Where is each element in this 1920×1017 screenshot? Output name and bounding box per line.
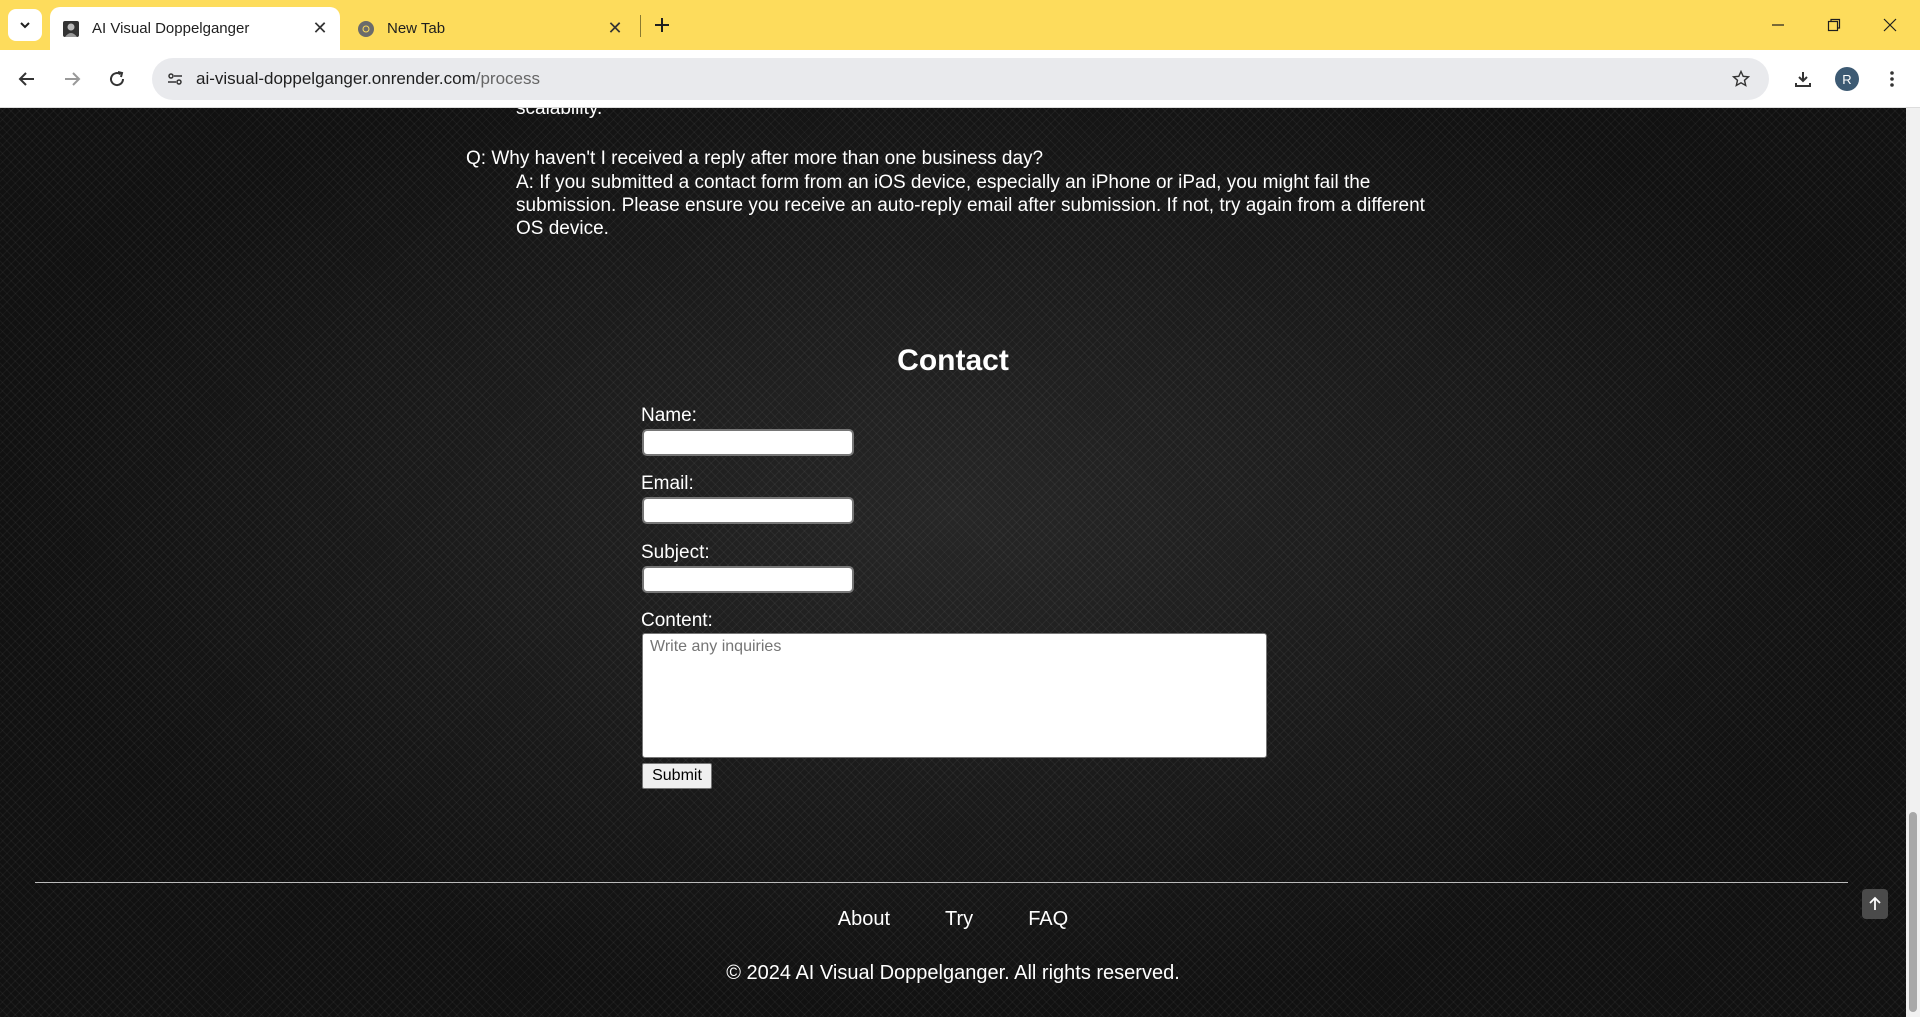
page-viewport: scalability. Q: Why haven't I received a…: [0, 108, 1906, 1017]
content-textarea[interactable]: [642, 633, 1267, 758]
faq-question: Q: Why haven't I received a reply after …: [466, 148, 1044, 169]
copyright-text: © 2024 AI Visual Doppelganger. All right…: [726, 962, 1180, 984]
close-tab-icon[interactable]: ✕: [603, 17, 627, 41]
download-icon: [1795, 72, 1811, 87]
tab-new-tab[interactable]: New Tab ✕: [345, 7, 635, 50]
reload-button[interactable]: [100, 62, 134, 96]
subject-label: Subject:: [641, 542, 710, 563]
tab-ai-visual-doppelganger[interactable]: AI Visual Doppelganger ✕: [50, 7, 340, 50]
plus-icon: [655, 18, 669, 32]
contact-heading: Contact: [897, 344, 1009, 377]
close-icon: [1883, 18, 1897, 32]
back-button[interactable]: [10, 62, 44, 96]
tab-strip: AI Visual Doppelganger ✕ New Tab ✕: [0, 0, 1920, 50]
profile-avatar[interactable]: R: [1835, 67, 1859, 91]
tab-title: AI Visual Doppelganger: [92, 20, 250, 37]
site-info-icon[interactable]: [160, 64, 190, 94]
arrow-left-icon: [18, 72, 34, 86]
forward-button[interactable]: [55, 62, 89, 96]
page-scrollbar[interactable]: [1906, 108, 1920, 1017]
url-path: /process: [475, 69, 540, 88]
arrow-up-icon: [1869, 896, 1881, 910]
subject-input[interactable]: [642, 566, 854, 593]
restore-button[interactable]: [1806, 0, 1862, 50]
footer-link-about[interactable]: About: [838, 908, 890, 931]
arrow-right-icon: [65, 72, 81, 86]
tab-search-button[interactable]: [8, 9, 42, 41]
bookmark-star-icon[interactable]: [1727, 65, 1755, 93]
minimize-icon: [1772, 24, 1784, 26]
name-label: Name:: [641, 405, 697, 426]
downloads-button[interactable]: [1786, 62, 1820, 96]
chevron-down-icon: [20, 22, 30, 29]
faq-previous-answer-tail: scalability.: [516, 108, 603, 119]
url-host: ai-visual-doppelganger.onrender.com: [196, 69, 476, 88]
scrollbar-thumb[interactable]: [1909, 812, 1917, 1012]
browser-menu-button[interactable]: [1875, 62, 1909, 96]
footer-nav: About Try FAQ: [0, 908, 1906, 931]
close-tab-icon[interactable]: ✕: [308, 17, 332, 41]
more-vert-icon: [1890, 71, 1894, 87]
chrome-icon: [357, 20, 375, 38]
tab-title: New Tab: [387, 20, 446, 37]
footer-divider: [35, 882, 1848, 883]
tab-separator: [640, 15, 641, 37]
faq-answer: A: If you submitted a contact form from …: [516, 172, 1425, 239]
email-input[interactable]: [642, 497, 854, 524]
url-text: ai-visual-doppelganger.onrender.com/proc…: [196, 69, 540, 89]
name-input[interactable]: [642, 429, 854, 456]
email-label: Email:: [641, 473, 694, 494]
footer-link-faq[interactable]: FAQ: [1028, 908, 1068, 931]
close-window-button[interactable]: [1862, 0, 1918, 50]
reload-icon: [110, 71, 125, 87]
new-tab-button[interactable]: [648, 11, 676, 39]
submit-button[interactable]: Submit: [642, 763, 712, 789]
browser-toolbar: ai-visual-doppelganger.onrender.com/proc…: [0, 50, 1920, 108]
restore-icon: [1827, 18, 1841, 32]
minimize-button[interactable]: [1750, 0, 1806, 50]
footer-link-try[interactable]: Try: [945, 908, 973, 931]
address-bar[interactable]: ai-visual-doppelganger.onrender.com/proc…: [152, 58, 1769, 100]
scroll-to-top-button[interactable]: [1862, 889, 1888, 919]
site-favicon-icon: [62, 20, 80, 38]
content-label: Content:: [641, 610, 713, 631]
